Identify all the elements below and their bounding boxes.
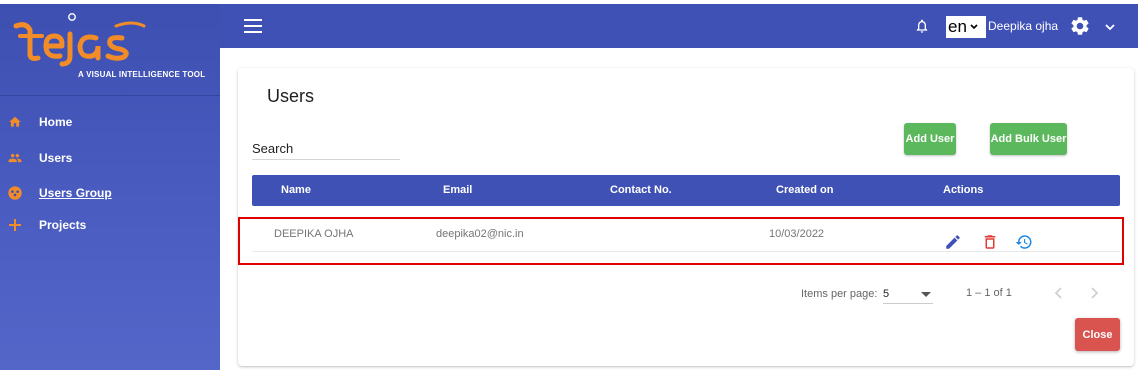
next-page-icon[interactable] bbox=[1088, 285, 1100, 306]
table-header: Name Email Contact No. Created on Action… bbox=[252, 175, 1120, 206]
logo[interactable]: A VISUAL INTELLIGENCE TOOL bbox=[0, 4, 220, 96]
sidebar-item-projects[interactable]: Projects bbox=[0, 211, 220, 239]
table-row: DEEPIKA OJHA deepika02@nic.in 10/03/2022 bbox=[252, 216, 1120, 252]
search-field[interactable] bbox=[252, 138, 400, 160]
column-header-actions: Actions bbox=[943, 184, 984, 196]
cell-email: deepika02@nic.in bbox=[436, 228, 524, 240]
logo-tagline: A VISUAL INTELLIGENCE TOOL bbox=[78, 70, 206, 79]
search-input[interactable] bbox=[252, 138, 400, 158]
page-title: Users bbox=[267, 86, 315, 106]
column-header-name[interactable]: Name bbox=[281, 184, 311, 196]
column-header-contact[interactable]: Contact No. bbox=[610, 184, 672, 196]
close-button[interactable]: Close bbox=[1075, 318, 1120, 351]
cell-created-on: 10/03/2022 bbox=[769, 228, 825, 240]
items-per-page-select[interactable]: 5 bbox=[883, 286, 933, 304]
sidebar-item-label: Projects bbox=[39, 218, 87, 232]
language-select[interactable]: en bbox=[946, 16, 986, 38]
tejas-logo bbox=[13, 13, 146, 67]
users-card: Users Add User Add Bulk User Name Email … bbox=[238, 68, 1134, 366]
user-name[interactable]: Deepika ojha bbox=[988, 19, 1058, 33]
sidebar-item-home[interactable]: Home bbox=[0, 108, 220, 136]
top-bar: en Deepika ojha bbox=[220, 4, 1138, 48]
people-icon bbox=[7, 150, 23, 166]
add-bulk-user-button[interactable]: Add Bulk User bbox=[990, 123, 1067, 155]
plus-icon bbox=[7, 217, 23, 233]
chevron-down-icon bbox=[970, 22, 978, 32]
page-size-value: 5 bbox=[883, 288, 890, 300]
sidebar: A VISUAL INTELLIGENCE TOOL Home Users Us… bbox=[0, 4, 220, 370]
page-range: 1 – 1 of 1 bbox=[966, 287, 1012, 299]
language-value: en bbox=[948, 17, 967, 36]
group-icon bbox=[7, 185, 23, 201]
sidebar-item-users[interactable]: Users bbox=[0, 144, 220, 172]
gear-icon[interactable] bbox=[1069, 15, 1091, 42]
sidebar-item-label: Users bbox=[39, 151, 73, 165]
menu-icon[interactable] bbox=[244, 19, 262, 33]
cell-name: DEEPIKA OJHA bbox=[274, 228, 354, 240]
reset-icon[interactable] bbox=[1015, 233, 1033, 256]
add-user-button[interactable]: Add User bbox=[904, 123, 956, 155]
bell-icon[interactable] bbox=[914, 16, 930, 41]
home-icon bbox=[7, 114, 23, 130]
chevron-down-icon[interactable] bbox=[1105, 18, 1115, 36]
delete-icon[interactable] bbox=[981, 233, 999, 256]
previous-page-icon[interactable] bbox=[1053, 285, 1065, 306]
column-header-email[interactable]: Email bbox=[443, 184, 472, 196]
items-per-page-label: Items per page: bbox=[801, 288, 878, 300]
column-header-created-on[interactable]: Created on bbox=[776, 184, 833, 196]
sidebar-item-label: Home bbox=[39, 115, 73, 129]
sidebar-item-label: Users Group bbox=[39, 186, 112, 200]
caret-down-icon bbox=[921, 292, 931, 297]
edit-icon[interactable] bbox=[944, 233, 962, 256]
sidebar-item-users-group[interactable]: Users Group bbox=[0, 179, 220, 207]
